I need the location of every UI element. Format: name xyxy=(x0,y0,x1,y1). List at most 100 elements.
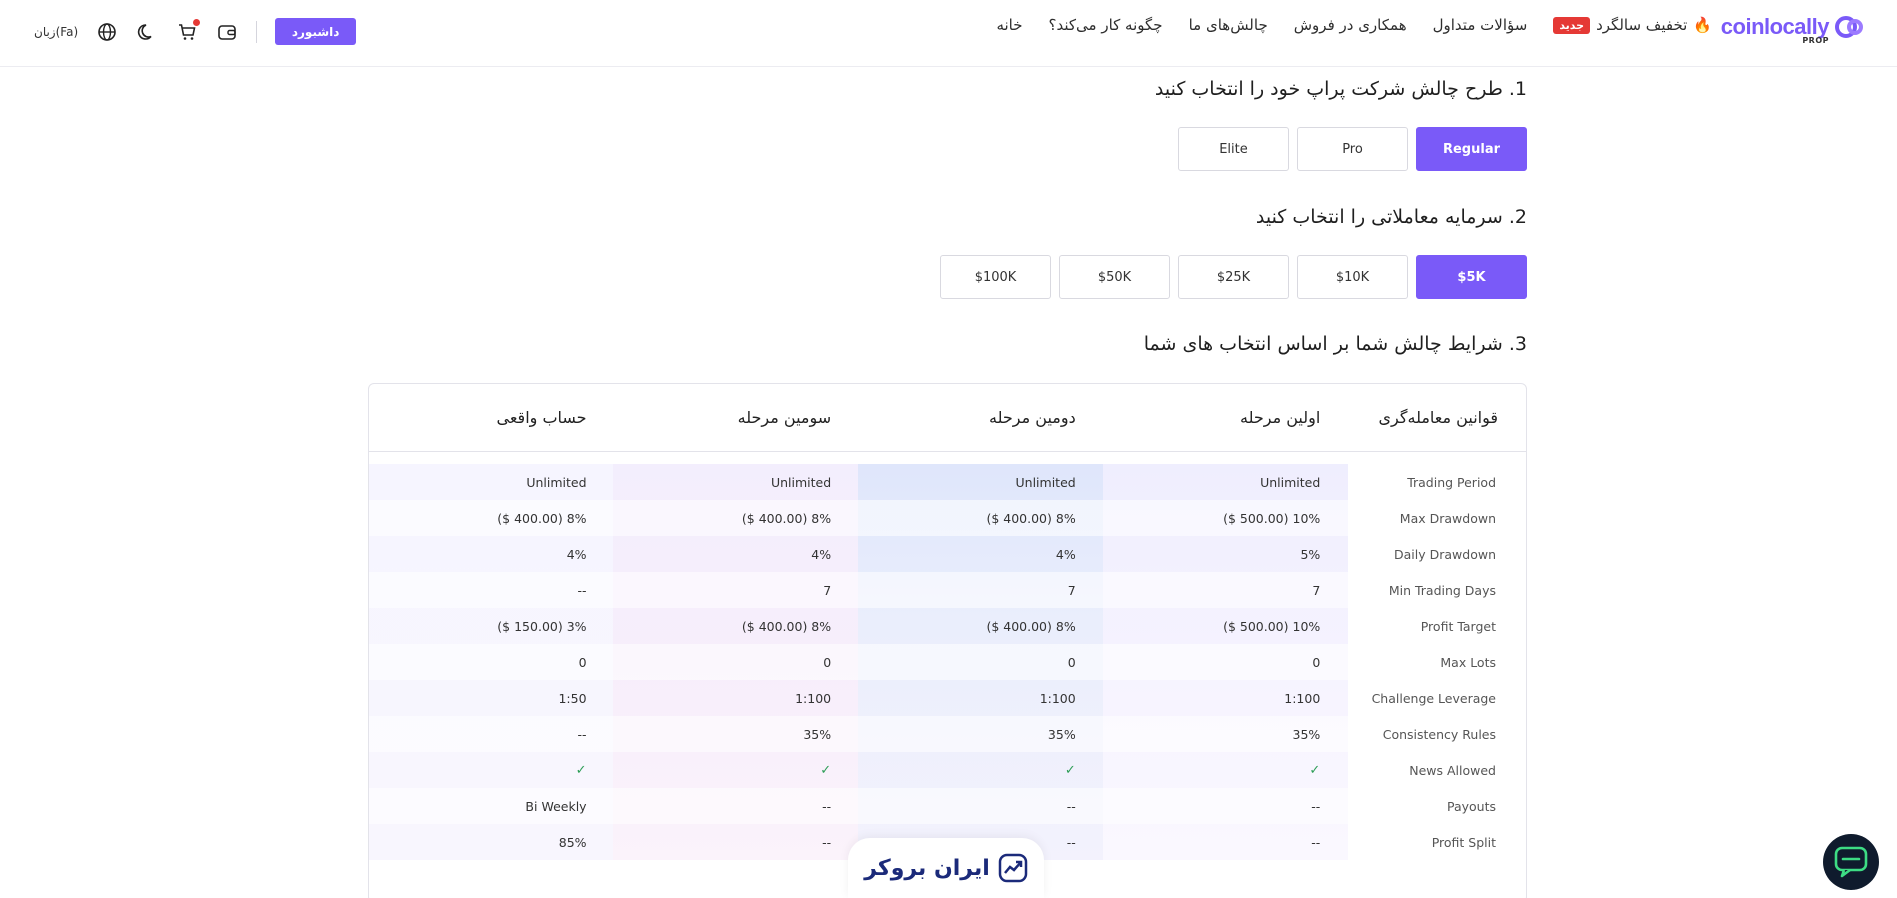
wallet-icon[interactable] xyxy=(216,21,238,43)
table-cell: 4% xyxy=(566,546,587,562)
table-row: Profit Target 10% (500.00 $) 8% (400.00 $)… xyxy=(369,608,1526,644)
table-header: قوانین معامله‌گری اولین مرحله دومین مرحله س… xyxy=(369,384,1526,452)
table-cell: 7 xyxy=(1312,582,1321,598)
table-cell: 8% (400.00 $) xyxy=(986,618,1076,634)
table-cell: -- xyxy=(577,582,587,598)
plan-option-elite[interactable]: Elite xyxy=(1178,127,1289,171)
table-header-cell: دومین مرحله xyxy=(989,408,1076,427)
table-row: Consistency Rules 35% 35% 35% -- xyxy=(369,716,1526,752)
capital-option-5k[interactable]: $5K xyxy=(1416,255,1527,299)
logo-mark-icon xyxy=(1835,16,1863,38)
table-body: Trading Period Unlimited Unlimited Unlimite… xyxy=(369,452,1526,860)
table-cell: -- xyxy=(1311,834,1321,850)
table-cell: ✓ xyxy=(820,762,832,778)
rule-label: Payouts xyxy=(1446,798,1496,814)
rule-label: Daily Drawdown xyxy=(1394,546,1496,562)
nav-faq[interactable]: سؤالات متداول xyxy=(1433,16,1528,34)
globe-icon[interactable] xyxy=(96,21,118,43)
table-cell: -- xyxy=(1311,798,1321,814)
capital-option-100k[interactable]: $100K xyxy=(940,255,1051,299)
table-cell: 0 xyxy=(578,654,587,670)
table-cell: Bi Weekly xyxy=(525,798,587,814)
table-cell: Unlimited xyxy=(1015,474,1076,490)
nav-our-challenges[interactable]: چالش‌های ما xyxy=(1189,16,1268,34)
table-header-cell: قوانین معامله‌گری xyxy=(1378,408,1498,427)
table-cell: 1:50 xyxy=(558,690,587,706)
table-header-cell: سومین مرحله xyxy=(737,408,832,427)
flame-icon: 🔥 xyxy=(1693,16,1712,34)
language-label[interactable]: زبان(Fa) xyxy=(34,25,78,39)
cart-icon[interactable] xyxy=(176,18,201,43)
table-cell: 4% xyxy=(811,546,832,562)
watermark-text: ایران بروکر xyxy=(864,855,990,881)
trend-up-icon xyxy=(998,853,1028,883)
cart-notification-dot xyxy=(193,18,201,26)
table-spacer xyxy=(369,452,1526,464)
rule-label: Max Drawdown xyxy=(1399,510,1496,526)
table-cell: ✓ xyxy=(575,762,587,778)
top-header: coinlocally PROP خانه چگونه کار می‌کند؟ … xyxy=(0,0,1897,67)
chat-support-button[interactable] xyxy=(1823,834,1879,890)
table-cell: -- xyxy=(822,834,832,850)
table-cell: 1:100 xyxy=(795,690,832,706)
capital-option-25k[interactable]: $25K xyxy=(1178,255,1289,299)
table-cell: ✓ xyxy=(1309,762,1321,778)
table-cell: Unlimited xyxy=(526,474,587,490)
capital-option-10k[interactable]: $10K xyxy=(1297,255,1408,299)
table-cell: -- xyxy=(822,798,832,814)
moon-icon[interactable] xyxy=(136,21,158,43)
table-cell: ✓ xyxy=(1064,762,1076,778)
logo-sub: PROP xyxy=(1802,36,1829,45)
table-row: Trading Period Unlimited Unlimited Unlimite… xyxy=(369,464,1526,500)
dashboard-button[interactable]: داشبورد xyxy=(275,18,357,45)
discount-label: تخفیف سالگرد xyxy=(1596,16,1688,34)
table-row: Max Drawdown 10% (500.00 $) 8% (400.00 $) 8… xyxy=(369,500,1526,536)
table-row: News Allowed ✓ ✓ ✓ ✓ xyxy=(369,752,1526,788)
nav-home[interactable]: خانه xyxy=(996,16,1022,34)
table-cell: 8% (400.00 $) xyxy=(741,618,832,634)
nav-how-it-works[interactable]: چگونه کار می‌کند؟ xyxy=(1049,16,1163,34)
table-row: Payouts -- -- -- Bi Weekly xyxy=(369,788,1526,824)
table-cell: 3% (150.00 $) xyxy=(497,618,587,634)
table-cell: 0 xyxy=(1312,654,1321,670)
nav-affiliate[interactable]: همکاری در فروش xyxy=(1294,16,1407,34)
rule-label: Min Trading Days xyxy=(1388,582,1496,598)
table-header-cell: حساب واقعی xyxy=(496,408,587,427)
table-cell: 1:100 xyxy=(1284,690,1321,706)
header-actions: زبان(Fa) داشبورد xyxy=(34,18,357,45)
capital-options: $5K $10K $25K $50K $100K xyxy=(940,255,1527,299)
new-badge: جدید xyxy=(1553,16,1591,34)
table-row: Max Lots 0 0 0 0 xyxy=(369,644,1526,680)
rule-label: Consistency Rules xyxy=(1382,726,1496,742)
table-cell: 1:100 xyxy=(1039,690,1076,706)
header-divider xyxy=(256,20,258,43)
rule-label: Profit Target xyxy=(1420,618,1496,634)
plan-option-regular[interactable]: Regular xyxy=(1416,127,1527,171)
table-cell: 4% xyxy=(1055,546,1076,562)
table-row: Daily Drawdown 5% 4% 4% 4% xyxy=(369,536,1526,572)
table-cell: 0 xyxy=(823,654,832,670)
rule-label: Max Lots xyxy=(1440,654,1496,670)
capital-option-50k[interactable]: $50K xyxy=(1059,255,1170,299)
table-cell: 0 xyxy=(1067,654,1076,670)
table-cell: 7 xyxy=(1067,582,1076,598)
rule-label: Profit Split xyxy=(1431,834,1496,850)
rule-label: News Allowed xyxy=(1409,762,1496,778)
conditions-section-title: 3. شرایط چالش شما بر اساس انتخاب های شما xyxy=(1143,333,1527,355)
table-cell: 7 xyxy=(823,582,832,598)
logo[interactable]: coinlocally PROP xyxy=(1721,12,1865,45)
chat-bubble-icon xyxy=(1834,846,1868,878)
table-cell: -- xyxy=(1066,798,1076,814)
table-cell: 5% xyxy=(1300,546,1321,562)
conditions-table: قوانین معامله‌گری اولین مرحله دومین مرحله س… xyxy=(368,383,1527,898)
table-cell: 10% (500.00 $) xyxy=(1223,618,1321,634)
table-row: Challenge Leverage 1:100 1:100 1:100 1:50 xyxy=(369,680,1526,716)
table-cell: 8% (400.00 $) xyxy=(497,510,587,526)
table-cell: -- xyxy=(577,726,587,742)
nav-anniversary-discount[interactable]: 🔥 تخفیف سالگرد جدید xyxy=(1553,16,1712,34)
table-cell: 8% (400.00 $) xyxy=(986,510,1076,526)
table-cell: 8% (400.00 $) xyxy=(741,510,832,526)
plan-option-pro[interactable]: Pro xyxy=(1297,127,1408,171)
table-row: Min Trading Days 7 7 7 -- xyxy=(369,572,1526,608)
main-nav: خانه چگونه کار می‌کند؟ چالش‌های ما همکار… xyxy=(996,16,1712,34)
